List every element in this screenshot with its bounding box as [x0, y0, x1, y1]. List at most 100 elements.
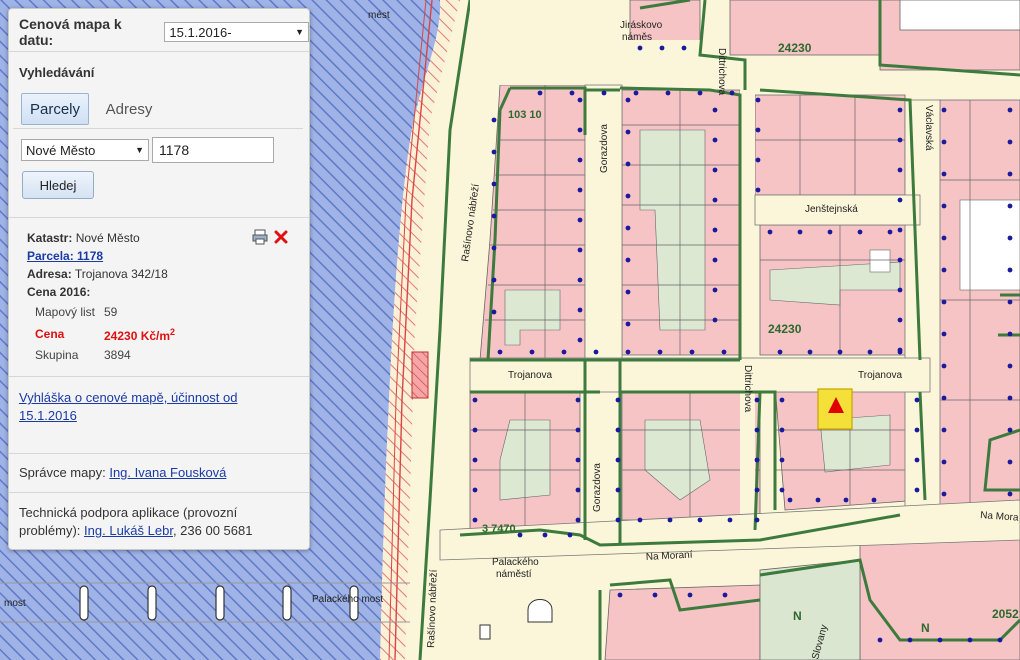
price-point[interactable]	[941, 459, 947, 465]
price-point[interactable]	[577, 307, 583, 313]
price-point[interactable]	[577, 127, 583, 133]
price-point[interactable]	[575, 487, 581, 493]
price-point[interactable]	[667, 517, 673, 523]
price-point[interactable]	[843, 497, 849, 503]
price-point[interactable]	[897, 167, 903, 173]
price-point[interactable]	[1007, 459, 1013, 465]
price-point[interactable]	[755, 97, 761, 103]
price-point[interactable]	[941, 107, 947, 113]
support-name-link[interactable]: Ing. Lukáš Lebr	[84, 523, 173, 538]
price-point[interactable]	[787, 497, 793, 503]
price-point[interactable]	[491, 245, 497, 251]
price-point[interactable]	[897, 349, 903, 355]
price-point[interactable]	[1007, 235, 1013, 241]
price-point[interactable]	[941, 331, 947, 337]
price-point[interactable]	[807, 349, 813, 355]
price-point[interactable]	[1007, 299, 1013, 305]
price-point[interactable]	[941, 363, 947, 369]
tab-parcels[interactable]: Parcely	[21, 93, 89, 125]
price-point[interactable]	[712, 107, 718, 113]
price-point[interactable]	[754, 457, 760, 463]
price-point[interactable]	[625, 161, 631, 167]
price-point[interactable]	[857, 229, 863, 235]
price-point[interactable]	[867, 349, 873, 355]
price-point[interactable]	[625, 321, 631, 327]
price-point[interactable]	[615, 457, 621, 463]
price-point[interactable]	[687, 592, 693, 598]
price-point[interactable]	[827, 229, 833, 235]
price-point[interactable]	[1007, 331, 1013, 337]
price-point[interactable]	[1007, 139, 1013, 145]
price-point[interactable]	[712, 317, 718, 323]
price-point[interactable]	[754, 487, 760, 493]
price-point[interactable]	[712, 137, 718, 143]
price-point[interactable]	[615, 427, 621, 433]
price-point[interactable]	[577, 247, 583, 253]
price-point[interactable]	[767, 229, 773, 235]
price-point[interactable]	[659, 45, 665, 51]
price-point[interactable]	[652, 592, 658, 598]
price-point[interactable]	[625, 225, 631, 231]
price-point[interactable]	[681, 45, 687, 51]
price-point[interactable]	[941, 203, 947, 209]
price-point[interactable]	[577, 217, 583, 223]
price-point[interactable]	[529, 349, 535, 355]
search-button[interactable]: Hledej	[22, 171, 94, 199]
price-point[interactable]	[537, 90, 543, 96]
price-point[interactable]	[633, 90, 639, 96]
tab-addresses[interactable]: Adresy	[99, 93, 159, 125]
price-point[interactable]	[625, 193, 631, 199]
price-point[interactable]	[727, 517, 733, 523]
price-point[interactable]	[615, 487, 621, 493]
price-point[interactable]	[625, 97, 631, 103]
price-point[interactable]	[637, 45, 643, 51]
price-point[interactable]	[1007, 107, 1013, 113]
close-icon[interactable]	[274, 230, 288, 244]
price-point[interactable]	[897, 287, 903, 293]
price-point[interactable]	[897, 197, 903, 203]
price-point[interactable]	[779, 397, 785, 403]
price-point[interactable]	[517, 532, 523, 538]
price-point[interactable]	[593, 349, 599, 355]
price-point[interactable]	[712, 227, 718, 233]
price-point[interactable]	[567, 532, 573, 538]
price-point[interactable]	[1007, 171, 1013, 177]
price-point[interactable]	[941, 235, 947, 241]
price-point[interactable]	[997, 637, 1003, 643]
price-point[interactable]	[941, 267, 947, 273]
price-point[interactable]	[897, 257, 903, 263]
price-point[interactable]	[754, 517, 760, 523]
price-point[interactable]	[625, 257, 631, 263]
price-point[interactable]	[941, 491, 947, 497]
price-point[interactable]	[1007, 267, 1013, 273]
price-point[interactable]	[491, 213, 497, 219]
price-point[interactable]	[755, 157, 761, 163]
price-point[interactable]	[625, 129, 631, 135]
price-point[interactable]	[729, 90, 735, 96]
price-point[interactable]	[625, 289, 631, 295]
price-point[interactable]	[625, 349, 631, 355]
price-point[interactable]	[1007, 363, 1013, 369]
price-point[interactable]	[941, 139, 947, 145]
price-point[interactable]	[914, 397, 920, 403]
price-point[interactable]	[897, 227, 903, 233]
decree-link[interactable]: Vyhláška o cenové mapě, účinnost od	[19, 390, 238, 405]
price-point[interactable]	[754, 427, 760, 433]
price-point[interactable]	[941, 427, 947, 433]
price-point[interactable]	[472, 487, 478, 493]
price-point[interactable]	[665, 90, 671, 96]
price-point[interactable]	[897, 137, 903, 143]
price-point[interactable]	[697, 517, 703, 523]
price-point[interactable]	[491, 149, 497, 155]
price-point[interactable]	[615, 397, 621, 403]
price-point[interactable]	[722, 592, 728, 598]
price-point[interactable]	[941, 171, 947, 177]
parcel-number-input[interactable]: 1178	[152, 137, 274, 163]
price-point[interactable]	[542, 532, 548, 538]
price-point[interactable]	[914, 427, 920, 433]
print-icon[interactable]	[252, 229, 268, 245]
date-select[interactable]: 15.1.2016- ▼	[164, 22, 309, 42]
price-point[interactable]	[472, 517, 478, 523]
price-point[interactable]	[887, 229, 893, 235]
price-point[interactable]	[657, 349, 663, 355]
